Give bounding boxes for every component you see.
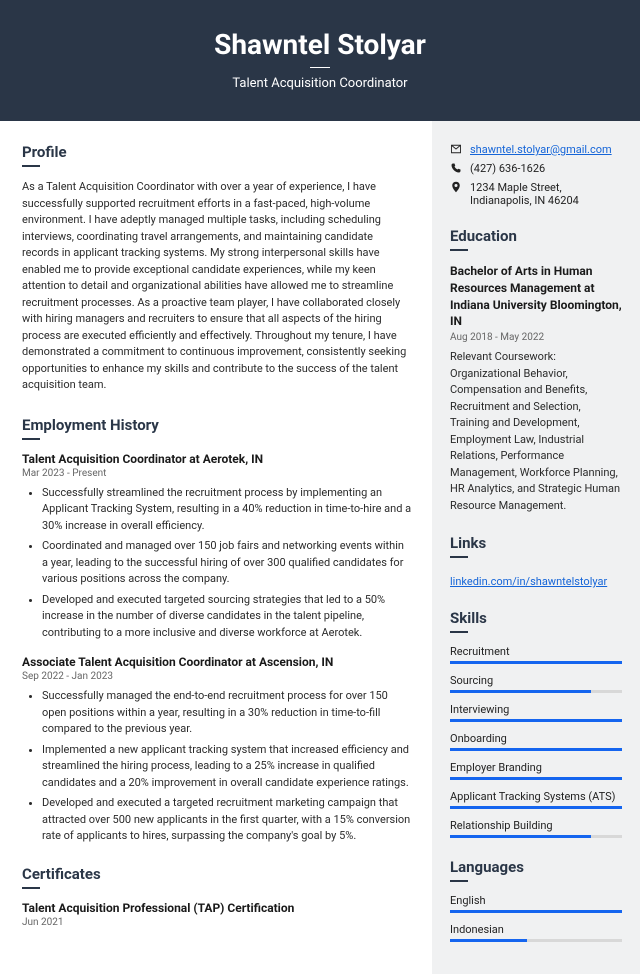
skill-bar-fill	[450, 806, 622, 809]
section-underline	[450, 249, 468, 251]
section-underline	[450, 880, 468, 882]
skill-label: Sourcing	[450, 674, 622, 687]
skill-row: Recruitment	[450, 645, 622, 664]
job-bullets: Successfully streamlined the recruitment…	[22, 485, 412, 642]
education-dates: Aug 2018 - May 2022	[450, 332, 622, 343]
employment-section: Employment History Talent Acquisition Co…	[22, 416, 412, 845]
person-name: Shawntel Stolyar	[20, 28, 620, 61]
skill-bar	[450, 910, 622, 913]
cert-title: Talent Acquisition Professional (TAP) Ce…	[22, 901, 412, 915]
skill-bar	[450, 719, 622, 722]
links-heading: Links	[450, 534, 622, 552]
section-underline	[22, 887, 40, 889]
languages-heading: Languages	[450, 858, 622, 876]
job-bullet: Developed and executed a targeted recrui…	[42, 795, 412, 845]
skill-bar	[450, 690, 622, 693]
email-icon	[450, 143, 462, 155]
profile-heading: Profile	[22, 143, 412, 161]
skill-label: English	[450, 894, 622, 907]
certificates-section: Certificates Talent Acquisition Professi…	[22, 865, 412, 928]
job-title: Talent Acquisition Coordinator at Aerote…	[22, 452, 412, 466]
certificates-heading: Certificates	[22, 865, 412, 883]
skill-row: English	[450, 894, 622, 913]
skill-bar	[450, 806, 622, 809]
skill-label: Interviewing	[450, 703, 622, 716]
skill-label: Relationship Building	[450, 819, 622, 832]
skill-row: Interviewing	[450, 703, 622, 722]
education-heading: Education	[450, 227, 622, 245]
skills-heading: Skills	[450, 609, 622, 627]
skill-row: Relationship Building	[450, 819, 622, 838]
skill-label: Recruitment	[450, 645, 622, 658]
skill-row: Onboarding	[450, 732, 622, 751]
contact-phone-row: (427) 636-1626	[450, 162, 622, 175]
contact-email-link[interactable]: shawntel.stolyar@gmail.com	[470, 143, 612, 156]
job-dates: Sep 2022 - Jan 2023	[22, 671, 412, 682]
links-section: Links linkedin.com/in/shawntelstolyar	[450, 534, 622, 589]
main-column: Profile As a Talent Acquisition Coordina…	[0, 121, 432, 974]
job-entry: Associate Talent Acquisition Coordinator…	[22, 655, 412, 845]
skills-section: Skills Recruitment Sourcing Interviewing On…	[450, 609, 622, 838]
job-bullets: Successfully managed the end-to-end recr…	[22, 688, 412, 845]
skill-row: Sourcing	[450, 674, 622, 693]
job-bullet: Implemented a new applicant tracking sys…	[42, 742, 412, 792]
skill-label: Indonesian	[450, 923, 622, 936]
profile-section: Profile As a Talent Acquisition Coordina…	[22, 143, 412, 394]
header-underline	[310, 67, 330, 68]
contact-address: 1234 Maple Street, Indianapolis, IN 4620…	[470, 181, 622, 207]
job-bullet: Coordinated and managed over 150 job fai…	[42, 538, 412, 588]
side-column: shawntel.stolyar@gmail.com (427) 636-162…	[432, 121, 640, 974]
skill-bar-fill	[450, 690, 591, 693]
skill-bar-fill	[450, 835, 591, 838]
skill-row: Applicant Tracking Systems (ATS)	[450, 790, 622, 809]
employment-heading: Employment History	[22, 416, 412, 434]
contact-address-row: 1234 Maple Street, Indianapolis, IN 4620…	[450, 181, 622, 207]
skill-bar	[450, 777, 622, 780]
cert-dates: Jun 2021	[22, 917, 412, 928]
phone-icon	[450, 162, 462, 174]
section-underline	[450, 631, 468, 633]
languages-section: Languages English Indonesian	[450, 858, 622, 942]
skill-bar-fill	[450, 910, 622, 913]
skill-row: Employer Branding	[450, 761, 622, 780]
skill-bar-fill	[450, 661, 622, 664]
contact-email-row: shawntel.stolyar@gmail.com	[450, 143, 622, 156]
job-bullet: Developed and executed targeted sourcing…	[42, 592, 412, 642]
resume-header: Shawntel Stolyar Talent Acquisition Coor…	[0, 0, 640, 121]
section-underline	[450, 556, 468, 558]
contact-phone: (427) 636-1626	[470, 162, 545, 175]
skill-bar	[450, 835, 622, 838]
skill-label: Onboarding	[450, 732, 622, 745]
skill-bar-fill	[450, 719, 622, 722]
education-section: Education Bachelor of Arts in Human Reso…	[450, 227, 622, 514]
skill-bar	[450, 661, 622, 664]
job-dates: Mar 2023 - Present	[22, 468, 412, 479]
skill-bar	[450, 939, 622, 942]
skill-row: Indonesian	[450, 923, 622, 942]
job-bullet: Successfully managed the end-to-end recr…	[42, 688, 412, 738]
skill-bar-fill	[450, 748, 622, 751]
profile-text: As a Talent Acquisition Coordinator with…	[22, 179, 412, 394]
education-desc: Relevant Coursework: Organizational Beha…	[450, 349, 622, 514]
person-title: Talent Acquisition Coordinator	[20, 76, 620, 91]
job-bullet: Successfully streamlined the recruitment…	[42, 485, 412, 535]
skill-label: Applicant Tracking Systems (ATS)	[450, 790, 622, 803]
job-entry: Talent Acquisition Coordinator at Aerote…	[22, 452, 412, 642]
skill-label: Employer Branding	[450, 761, 622, 774]
skill-bar	[450, 748, 622, 751]
education-degree: Bachelor of Arts in Human Resources Mana…	[450, 263, 622, 330]
skill-bar-fill	[450, 939, 527, 942]
job-title: Associate Talent Acquisition Coordinator…	[22, 655, 412, 669]
section-underline	[22, 438, 40, 440]
linkedin-link[interactable]: linkedin.com/in/shawntelstolyar	[450, 575, 607, 588]
contact-section: shawntel.stolyar@gmail.com (427) 636-162…	[450, 143, 622, 207]
location-icon	[450, 181, 462, 193]
section-underline	[22, 165, 40, 167]
skill-bar-fill	[450, 777, 622, 780]
